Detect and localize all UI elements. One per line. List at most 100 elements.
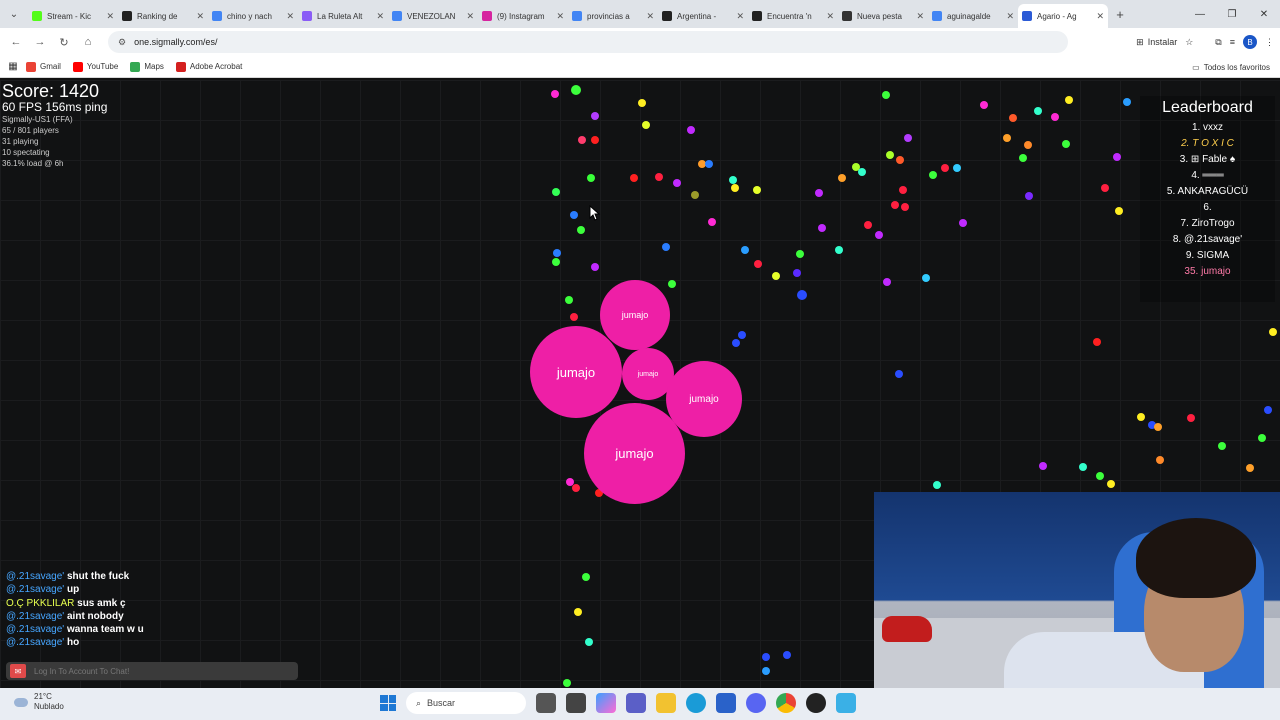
taskbar-search[interactable]: ⌕ Buscar xyxy=(406,692,526,714)
game-canvas[interactable]: Score: 1420 60 FPS 156ms ping Sigmally-U… xyxy=(0,80,1280,688)
install-button[interactable]: ⊞ Instalar xyxy=(1136,37,1177,48)
tab-close-icon[interactable]: ✕ xyxy=(736,11,744,22)
tab-close-icon[interactable]: ✕ xyxy=(196,11,204,22)
chat-text: sus amk ç xyxy=(77,597,126,609)
browser-tab[interactable]: Argentina - ✕ xyxy=(658,4,748,28)
webcam-toy-car xyxy=(882,616,932,642)
maximize-icon[interactable]: ❐ xyxy=(1216,0,1248,28)
task-view-icon[interactable] xyxy=(536,693,556,713)
notepad-icon[interactable] xyxy=(836,693,856,713)
bookmark-item[interactable]: Gmail xyxy=(26,61,61,72)
bookmark-item[interactable]: YouTube xyxy=(72,61,118,72)
close-window-icon[interactable]: ✕ xyxy=(1248,0,1280,28)
obs-icon[interactable] xyxy=(806,693,826,713)
pellet xyxy=(578,136,586,144)
pellet xyxy=(1107,480,1115,488)
browser-tab[interactable]: Nueva pesta ✕ xyxy=(838,4,928,28)
tab-favicon-icon xyxy=(392,11,402,21)
tab-close-icon[interactable]: ✕ xyxy=(466,11,474,22)
new-tab-button[interactable]: + xyxy=(1108,7,1132,22)
reload-icon[interactable]: ↻ xyxy=(52,36,76,49)
media-icon[interactable]: ≡ xyxy=(1230,37,1235,47)
leaderboard-row: 7. ZiroTrogo xyxy=(1180,218,1235,229)
chat-author[interactable]: @.21savage' xyxy=(6,571,64,582)
load-text: 36.1% load @ 6h xyxy=(2,159,64,168)
browser-tab[interactable]: Stream - Kic ✕ xyxy=(28,4,118,28)
chrome-icon[interactable] xyxy=(776,693,796,713)
store-icon[interactable] xyxy=(716,693,736,713)
discord-icon[interactable] xyxy=(746,693,766,713)
tab-close-icon[interactable]: ✕ xyxy=(916,11,924,22)
chat-author[interactable]: @.21savage' xyxy=(6,637,64,648)
pellet xyxy=(875,231,883,239)
back-icon[interactable]: ← xyxy=(4,36,28,48)
chat-author[interactable]: @.21savage' xyxy=(6,584,64,595)
all-bookmarks[interactable]: ▭ Todos los favoritos xyxy=(1192,56,1270,78)
chat-author[interactable]: @.21savage' xyxy=(6,611,64,622)
pellet xyxy=(673,179,681,187)
chat-text: up xyxy=(67,584,80,596)
file-explorer-icon[interactable] xyxy=(656,693,676,713)
extensions-icon[interactable]: ⧉ xyxy=(1215,37,1221,48)
tab-search-icon[interactable]: ⌄ xyxy=(0,0,28,28)
browser-tab[interactable]: VENEZOLAN ✕ xyxy=(388,4,478,28)
browser-tab[interactable]: Agario - Ag ✕ xyxy=(1018,4,1108,28)
site-info-icon[interactable]: ⚙ xyxy=(118,37,126,48)
forward-icon[interactable]: → xyxy=(28,36,52,48)
bookmark-favicon-icon xyxy=(72,61,83,72)
minimize-icon[interactable]: — xyxy=(1184,0,1216,28)
tab-close-icon[interactable]: ✕ xyxy=(826,11,834,22)
tab-favicon-icon xyxy=(1022,11,1032,21)
menu-icon[interactable]: ⋮ xyxy=(1265,37,1274,48)
bookmark-star-icon[interactable]: ☆ xyxy=(1185,37,1193,48)
stats-panel: Score: 1420 60 FPS 156ms ping Sigmally-U… xyxy=(2,82,107,169)
pellet xyxy=(1034,107,1042,115)
apps-icon[interactable]: ▦ xyxy=(0,61,26,72)
tab-close-icon[interactable]: ✕ xyxy=(286,11,294,22)
app-icon[interactable] xyxy=(566,693,586,713)
bookmark-item[interactable]: Adobe Acrobat xyxy=(175,61,242,72)
browser-tab[interactable]: (9) Instagram ✕ xyxy=(478,4,568,28)
tab-close-icon[interactable]: ✕ xyxy=(556,11,564,22)
leaderboard: Leaderboard 1. vxxz 2. T O X I C 3. ⊞ Fabl… xyxy=(1140,96,1275,302)
tab-close-icon[interactable]: ✕ xyxy=(1006,11,1014,22)
pellet xyxy=(864,221,872,229)
copilot-icon[interactable] xyxy=(596,693,616,713)
pellet xyxy=(896,156,904,164)
chat-input[interactable]: ✉ Log In To Account To Chat! xyxy=(6,662,298,680)
url-bar[interactable]: ⚙ one.sigmally.com/es/ xyxy=(108,31,1068,53)
chat-author[interactable]: @.21savage' xyxy=(6,624,64,635)
tab-close-icon[interactable]: ✕ xyxy=(106,11,114,22)
chat-text: wanna team w u xyxy=(67,624,144,636)
edge-icon[interactable] xyxy=(686,693,706,713)
teams-icon[interactable] xyxy=(626,693,646,713)
browser-tab[interactable]: Encuentra 'n ✕ xyxy=(748,4,838,28)
tab-close-icon[interactable]: ✕ xyxy=(1096,11,1104,22)
pellet xyxy=(1062,140,1070,148)
pellet xyxy=(591,112,599,120)
home-icon[interactable]: ⌂ xyxy=(76,36,100,48)
browser-tab[interactable]: La Ruleta Alt ✕ xyxy=(298,4,388,28)
tab-favicon-icon xyxy=(932,11,942,21)
bookmarks-list: Gmail YouTube Maps Adobe Acrobat xyxy=(26,61,254,72)
tab-title: aguinagalde xyxy=(947,11,991,21)
bookmark-item[interactable]: Maps xyxy=(130,61,164,72)
tab-title: Argentina - xyxy=(677,11,717,21)
mail-icon[interactable]: ✉ xyxy=(10,664,26,678)
pellet xyxy=(1187,414,1195,422)
leaderboard-row: 4. ═══ xyxy=(1191,170,1224,181)
pellet xyxy=(783,651,791,659)
browser-tab[interactable]: aguinagalde ✕ xyxy=(928,4,1018,28)
chat-author[interactable]: O.Ç PKKLILAR xyxy=(6,598,74,609)
chat-message: @.21savage' up xyxy=(6,583,306,596)
pellet xyxy=(705,160,713,168)
browser-tab[interactable]: provincias a ✕ xyxy=(568,4,658,28)
weather-widget[interactable]: 21°C Nublado xyxy=(14,692,64,712)
avatar[interactable]: B xyxy=(1243,35,1257,49)
windows-start-icon[interactable] xyxy=(380,695,396,711)
tab-close-icon[interactable]: ✕ xyxy=(646,11,654,22)
tab-close-icon[interactable]: ✕ xyxy=(376,11,384,22)
browser-tab[interactable]: Ranking de ✕ xyxy=(118,4,208,28)
pellet xyxy=(741,246,749,254)
browser-tab[interactable]: chino y nach ✕ xyxy=(208,4,298,28)
